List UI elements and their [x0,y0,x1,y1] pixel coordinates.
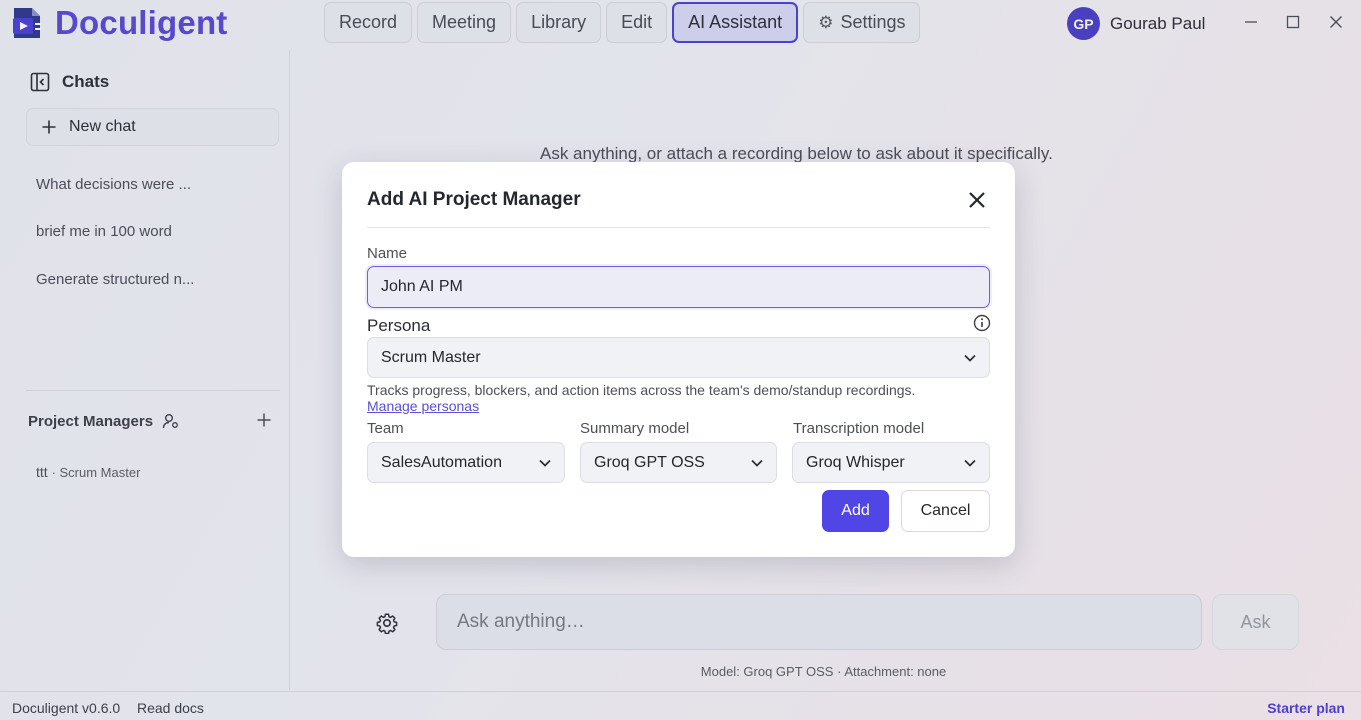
name-label: Name [367,245,408,262]
dialog-title: Add AI Project Manager [367,189,581,210]
transcription-model-value: Groq Whisper [806,453,905,471]
summary-model-value: Groq GPT OSS [594,453,705,471]
cancel-button[interactable]: Cancel [901,490,990,532]
chevron-down-icon [751,459,763,467]
name-field[interactable]: John AI PM [367,266,990,308]
chevron-down-icon [964,459,976,467]
chevron-down-icon [539,459,551,467]
add-button[interactable]: Add [822,490,889,532]
team-select[interactable]: SalesAutomation [367,442,565,483]
summary-model-label: Summary model [580,420,690,437]
transcription-model-label: Transcription model [793,420,925,437]
persona-label: Persona [367,316,431,335]
info-icon[interactable] [973,314,991,332]
dialog-close-button[interactable] [967,190,987,210]
close-icon [969,192,985,208]
dialog-divider [367,227,990,228]
team-select-value: SalesAutomation [381,453,502,471]
name-field-value: John AI PM [381,278,463,295]
add-project-manager-dialog: Add AI Project Manager Name John AI PM P… [342,162,1015,557]
summary-model-select[interactable]: Groq GPT OSS [580,442,777,483]
chevron-down-icon [964,354,976,362]
team-label: Team [367,420,404,437]
persona-select[interactable]: Scrum Master [367,337,990,378]
manage-personas-link[interactable]: Manage personas [367,398,479,414]
transcription-model-select[interactable]: Groq Whisper [792,442,990,483]
persona-description: Tracks progress, blockers, and action it… [367,382,916,398]
persona-select-value: Scrum Master [381,348,481,366]
